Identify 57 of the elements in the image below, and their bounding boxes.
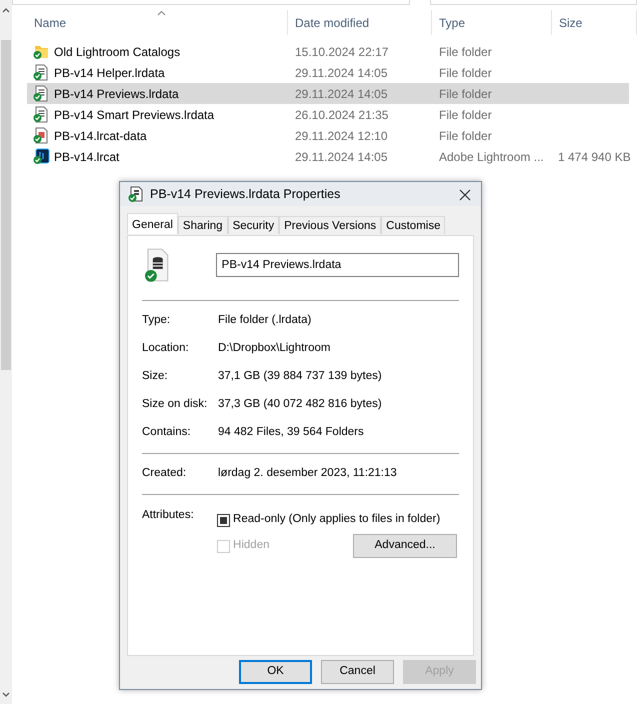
property-value: File folder (.lrdata)	[218, 313, 312, 328]
property-value: 37,3 GB (40 072 482 816 bytes)	[218, 397, 382, 412]
name-field[interactable]: PB-v14 Previews.lrdata	[216, 253, 459, 277]
file-row[interactable]: PB-v14.lrcat-data 29.11.2024 12:10 File folder	[27, 125, 629, 146]
property-value: D:\Dropbox\Lightroom	[218, 341, 330, 356]
file-name[interactable]: Old Lightroom Catalogs	[54, 42, 180, 60]
file-date: 29.11.2024 14:05	[294, 86, 389, 102]
column-header[interactable]: Name	[27, 10, 288, 35]
file-row[interactable]: PB-v14.lrcat 29.11.2024 14:05 Adobe Lightroom ... 1 474 940 KB	[27, 146, 629, 167]
file-name[interactable]: PB-v14.lrcat	[54, 148, 120, 166]
file-type: Adobe Lightroom ...	[438, 148, 545, 166]
property-value: 37,1 GB (39 884 737 139 bytes)	[218, 369, 382, 384]
file-date: 26.10.2024 21:35	[294, 106, 390, 124]
tab[interactable]: Customise	[381, 216, 446, 234]
dialog-button[interactable]: Cancel	[321, 660, 394, 684]
column-header[interactable]: Date modified	[288, 10, 432, 35]
file-name[interactable]: PB-v14 Helper.lrdata	[54, 64, 165, 82]
file-type: File folder	[438, 86, 493, 102]
file-row[interactable]: PB-v14 Helper.lrdata 29.11.2024 14:05 File folder	[27, 62, 629, 83]
file-name[interactable]: PB-v14.lrcat-data	[54, 126, 147, 144]
dialog-button[interactable]: OK	[239, 660, 312, 684]
file-type: File folder	[438, 106, 493, 124]
checkbox[interactable]: Read-only (Only applies to files in folder)	[217, 511, 440, 529]
file-date: 29.11.2024 12:10	[294, 128, 389, 144]
file-row[interactable]: PB-v14 Smart Previews.lrdata 26.10.2024 21:35 File folder	[27, 104, 629, 125]
selected-file-row[interactable]: PB-v14 Previews.lrdata 29.11.2024 14:05 File folder	[27, 83, 629, 104]
scrollbar-thumb[interactable]	[1, 40, 11, 370]
file-date: 29.11.2024 14:05	[294, 64, 389, 82]
document-icon	[128, 186, 144, 202]
tab[interactable]: Security	[228, 216, 280, 234]
column-header[interactable]: Type	[432, 10, 552, 35]
advanced-button[interactable]: Advanced...	[353, 534, 457, 558]
file-date: 15.10.2024 22:17	[294, 44, 390, 60]
property-label: Attributes:	[142, 508, 195, 523]
tab[interactable]: Sharing	[178, 216, 228, 234]
property-value: lørdag 2. desember 2023, 11:21:13	[218, 466, 397, 482]
tab[interactable]: General	[127, 213, 178, 234]
close-icon[interactable]	[459, 189, 471, 202]
file-type: File folder	[438, 128, 493, 144]
tab[interactable]: Previous Versions	[279, 216, 382, 234]
square-icon	[220, 516, 228, 524]
property-label: Created:	[142, 466, 188, 482]
file-type: File folder	[438, 44, 493, 60]
file-type: File folder	[438, 64, 493, 82]
file-name[interactable]: PB-v14 Previews.lrdata	[54, 84, 179, 102]
file-date: 29.11.2024 14:05	[294, 148, 389, 166]
property-label: Size:	[142, 369, 169, 384]
file-row[interactable]: Old Lightroom Catalogs 15.10.2024 22:17 File folder	[27, 41, 629, 62]
window-title: PB-v14 Previews.lrdata Properties	[150, 186, 340, 203]
property-label: Type:	[142, 313, 172, 328]
file-size: 1 474 940 KB	[557, 148, 629, 166]
property-label: Location:	[142, 341, 190, 356]
property-label: Size on disk:	[142, 397, 208, 412]
property-value: 94 482 Files, 39 564 Folders	[218, 425, 364, 440]
property-label: Contains:	[142, 425, 192, 440]
file-name[interactable]: PB-v14 Smart Previews.lrdata	[54, 106, 214, 124]
column-header[interactable]: Size	[552, 10, 637, 35]
